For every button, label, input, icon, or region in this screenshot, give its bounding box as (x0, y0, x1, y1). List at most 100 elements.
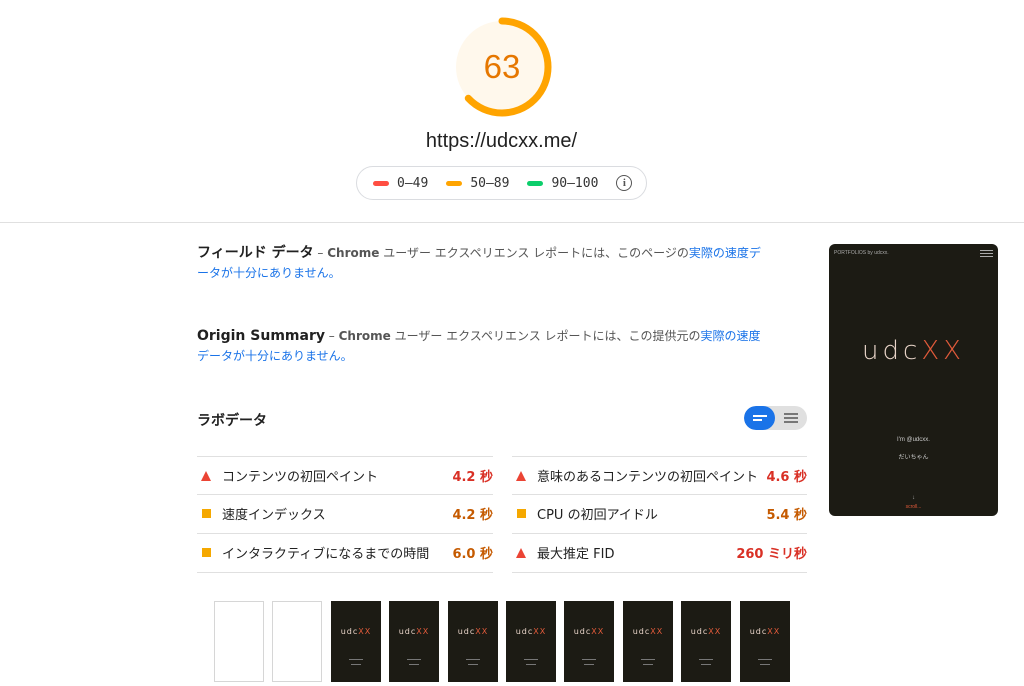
score-legend: 0–49 50–89 90–100 i (356, 166, 647, 200)
origin-summary-title: Origin Summary (197, 328, 325, 344)
frame-logo: udcXX (740, 627, 790, 636)
metric-value: 4.2 秒 (452, 470, 493, 485)
fail-triangle-icon (200, 470, 212, 481)
average-square-icon (200, 548, 212, 557)
metric-value: 4.6 秒 (766, 470, 807, 485)
metric-label: 意味のあるコンテンツの初回ペイント (537, 470, 759, 485)
legend-item-fail: 0–49 (373, 176, 428, 191)
metric-label: コンテンツの初回ペイント (222, 470, 379, 485)
frame-text-line (526, 664, 536, 665)
origin-summary-text: ユーザー エクスペリエンス レポートには、この提供元の (390, 329, 701, 343)
fail-triangle-icon (515, 470, 527, 481)
logo-main: udc (515, 627, 534, 636)
logo-main: udc (573, 627, 592, 636)
logo-accent: XX (475, 627, 489, 636)
summary-view-button[interactable] (744, 406, 775, 430)
logo-main: udc (690, 627, 709, 636)
field-data-title: フィールド データ (197, 245, 314, 261)
hamburger-menu-icon (980, 248, 993, 259)
frame-text-line (466, 659, 480, 660)
metric-value: 6.0 秒 (452, 547, 493, 562)
average-square-icon (200, 509, 212, 518)
filmstrip-frame: udcXX (331, 601, 381, 682)
logo-main: udc (749, 627, 768, 636)
detail-view-button[interactable] (775, 406, 806, 430)
final-screenshot: PORTFOLIOS by udcxx. udcXX I'm @udcxx. だ… (829, 244, 998, 516)
header-divider (0, 222, 1024, 223)
filmstrip-frame: udcXX (389, 601, 439, 682)
filmstrip-frame: udcXX (681, 601, 731, 682)
down-arrow-icon: ↓ (912, 495, 915, 501)
frame-text-line (407, 659, 421, 660)
metric-first-contentful-paint: コンテンツの初回ペイント 4.2 秒 (197, 456, 493, 494)
performance-score-gauge: 63 (451, 16, 553, 118)
logo-main: udc (457, 627, 476, 636)
filmstrip-frame: udcXX (740, 601, 790, 682)
legend-label: 50–89 (470, 175, 510, 191)
logo-accent: XX (650, 627, 664, 636)
frame-text-line (760, 664, 770, 665)
screenshot-line2: だいちゃん (898, 455, 929, 461)
frame-text-line (584, 664, 594, 665)
logo-accent: XX (533, 627, 547, 636)
screenshot-scroll-text: scroll... (905, 504, 922, 510)
legend-bar-average (446, 180, 463, 186)
logo-accent: XX (708, 627, 722, 636)
filmstrip-frame: udcXX (506, 601, 556, 682)
frame-logo: udcXX (506, 627, 556, 636)
metric-label: 最大推定 FID (537, 547, 615, 562)
logo-accent: XX (591, 627, 605, 636)
field-data-text: ユーザー エクスペリエンス レポートには、このページの (379, 246, 689, 260)
origin-summary-dash: – (324, 329, 339, 343)
legend-label: 0–49 (397, 175, 429, 191)
logo-accent: XX (921, 336, 965, 366)
screenshot-logo: udcXX (829, 336, 998, 366)
frame-logo: udcXX (681, 627, 731, 636)
average-square-icon (515, 509, 527, 518)
frame-text-line (351, 664, 361, 665)
lab-data-title: ラボデータ (197, 413, 267, 429)
frame-text-line (699, 659, 713, 660)
logo-main: udc (340, 627, 359, 636)
metric-speed-index: 速度インデックス 4.2 秒 (197, 494, 493, 532)
frame-text-line (582, 659, 596, 660)
frame-text-line (409, 664, 419, 665)
metric-label: CPU の初回アイドル (537, 508, 658, 523)
metric-value: 260 ミリ秒 (736, 547, 807, 562)
origin-summary-chrome: Chrome (338, 329, 391, 343)
legend-label: 90–100 (551, 175, 599, 191)
frame-text-line (701, 664, 711, 665)
frame-text-line (643, 664, 653, 665)
metric-label: インタラクティブになるまでの時間 (222, 547, 430, 562)
legend-bar-fail (373, 180, 389, 186)
logo-accent: XX (767, 627, 781, 636)
logo-main: udc (632, 627, 651, 636)
filmstrip-frame (272, 601, 322, 682)
field-data-chrome: Chrome (327, 246, 380, 260)
frame-logo: udcXX (389, 627, 439, 636)
screenshot-line1: I'm @udcxx. (897, 437, 930, 443)
frame-logo: udcXX (564, 627, 614, 636)
frame-text-line (758, 659, 772, 660)
metrics-view-toggle[interactable] (744, 406, 807, 430)
origin-summary-section: Origin Summary – Chrome ユーザー エクスペリエンス レポ… (197, 326, 767, 366)
filmstrip-frame: udcXX (448, 601, 498, 682)
legend-item-average: 50–89 (446, 176, 509, 191)
filmstrip-frame (214, 601, 264, 682)
filmstrip-frame: udcXX (564, 601, 614, 682)
legend-item-pass: 90–100 (527, 176, 598, 191)
legend-bar-pass (527, 180, 544, 186)
metric-time-to-interactive: インタラクティブになるまでの時間 6.0 秒 (197, 533, 493, 571)
field-data-section: フィールド データ – Chrome ユーザー エクスペリエンス レポートには、… (197, 243, 767, 283)
fail-triangle-icon (515, 547, 527, 558)
logo-main: udc (862, 336, 922, 366)
metric-value: 5.4 秒 (766, 508, 807, 523)
field-data-dash: – (313, 246, 328, 260)
logo-accent: XX (416, 627, 430, 636)
info-icon[interactable]: i (616, 175, 633, 191)
metric-value: 4.2 秒 (452, 508, 493, 523)
frame-logo: udcXX (331, 627, 381, 636)
metrics-divider (512, 572, 807, 573)
frame-text-line (349, 659, 363, 660)
logo-accent: XX (358, 627, 372, 636)
